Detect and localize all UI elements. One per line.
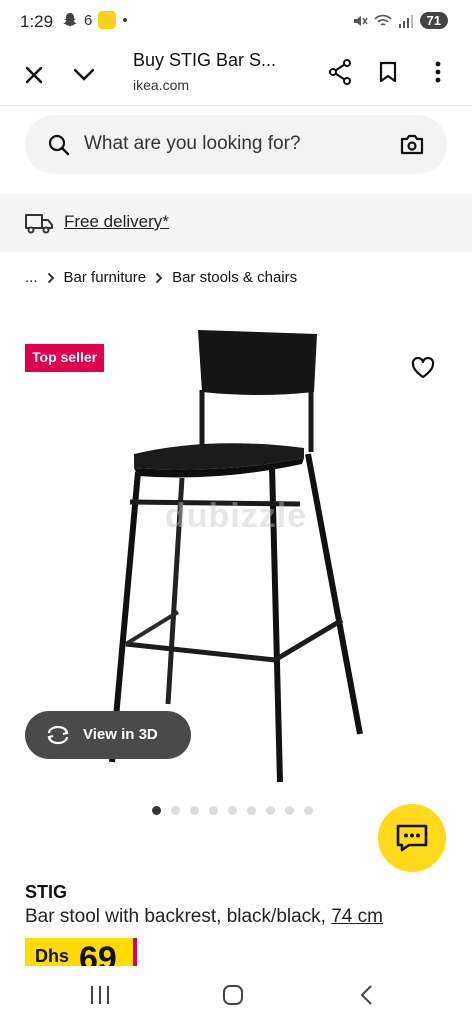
status-system-icons: 71 xyxy=(352,12,448,29)
view-in-3d-label: View in 3D xyxy=(83,726,158,743)
carousel-dot[interactable] xyxy=(285,806,294,815)
carousel-dot[interactable] xyxy=(190,806,199,815)
recents-button[interactable] xyxy=(80,978,120,1012)
price-currency: Dhs xyxy=(35,946,70,966)
chevron-right-icon xyxy=(47,272,54,283)
back-icon xyxy=(360,985,372,1005)
status-time: 1:29 xyxy=(20,12,54,31)
price-value: 69 xyxy=(79,940,117,966)
browser-toolbar: Buy STIG Bar S... ikea.com xyxy=(0,44,472,106)
share-button[interactable] xyxy=(320,52,360,92)
status-notifications: 6 • xyxy=(62,11,128,29)
bookmark-button[interactable] xyxy=(368,52,408,92)
search-icon xyxy=(48,134,70,156)
breadcrumb: ... Bar furniture Bar stools & chairs xyxy=(25,269,297,286)
mute-icon xyxy=(353,15,368,26)
carousel-dot[interactable] xyxy=(228,806,237,815)
carousel-dot[interactable] xyxy=(209,806,218,815)
battery-indicator: 71 xyxy=(419,12,448,29)
recents-icon xyxy=(91,986,109,1004)
share-icon xyxy=(329,59,351,85)
breadcrumb-ellipsis[interactable]: ... xyxy=(25,269,38,286)
chat-button[interactable] xyxy=(378,804,446,872)
top-seller-badge: Top seller xyxy=(25,344,105,372)
rotate-3d-icon xyxy=(47,725,69,745)
camera-search-button[interactable] xyxy=(399,133,425,157)
carousel-dot[interactable] xyxy=(247,806,256,815)
close-icon xyxy=(25,66,43,84)
bookmark-icon xyxy=(379,61,397,83)
home-icon xyxy=(223,985,243,1005)
free-delivery-link[interactable]: Free delivery* xyxy=(64,212,169,232)
more-options-button[interactable] xyxy=(418,52,458,92)
heart-icon xyxy=(411,357,435,379)
chat-icon xyxy=(396,824,428,852)
product-description-text: Bar stool with backrest, black/black, xyxy=(25,906,332,927)
camera-icon xyxy=(400,134,424,155)
collapse-button[interactable] xyxy=(64,55,104,95)
wishlist-button[interactable] xyxy=(405,350,441,386)
app-badge-icon xyxy=(98,11,117,29)
breadcrumb-bar-furniture[interactable]: Bar furniture xyxy=(64,269,147,286)
delivery-banner: Free delivery* xyxy=(0,194,472,252)
search-bar[interactable]: What are you looking for? xyxy=(25,115,447,174)
dot-indicator-icon: • xyxy=(122,11,128,29)
system-navigation-bar xyxy=(0,966,472,1024)
product-description: Bar stool with backrest, black/black, 74… xyxy=(25,906,383,928)
back-button[interactable] xyxy=(346,978,386,1012)
product-name: STIG xyxy=(25,882,68,902)
more-icon xyxy=(435,61,441,83)
page-url: ikea.com xyxy=(133,77,190,93)
chevron-right-icon xyxy=(155,272,163,283)
price-tag: Dhs 69 xyxy=(25,938,137,966)
product-size-link[interactable]: 74 cm xyxy=(331,906,383,927)
status-bar: 1:29 6 • 71 xyxy=(0,0,472,44)
notification-count: 6 xyxy=(84,11,93,29)
image-carousel-dots xyxy=(152,806,313,815)
page-title: Buy STIG Bar S... xyxy=(133,50,277,70)
view-in-3d-button[interactable]: View in 3D xyxy=(25,711,191,759)
breadcrumb-bar-stools[interactable]: Bar stools & chairs xyxy=(172,269,297,286)
search-input[interactable]: What are you looking for? xyxy=(84,133,301,155)
snapchat-icon xyxy=(63,13,77,27)
carousel-dot[interactable] xyxy=(152,806,161,815)
chevron-down-icon xyxy=(73,68,95,81)
carousel-dot[interactable] xyxy=(266,806,275,815)
signal-icon xyxy=(398,14,413,28)
watermark-text: dubizzle xyxy=(165,497,308,535)
home-button[interactable] xyxy=(213,978,253,1012)
wifi-icon xyxy=(373,14,392,26)
truck-icon xyxy=(25,214,53,234)
carousel-dot[interactable] xyxy=(304,806,313,815)
close-tab-button[interactable] xyxy=(14,55,54,95)
carousel-dot[interactable] xyxy=(171,806,180,815)
